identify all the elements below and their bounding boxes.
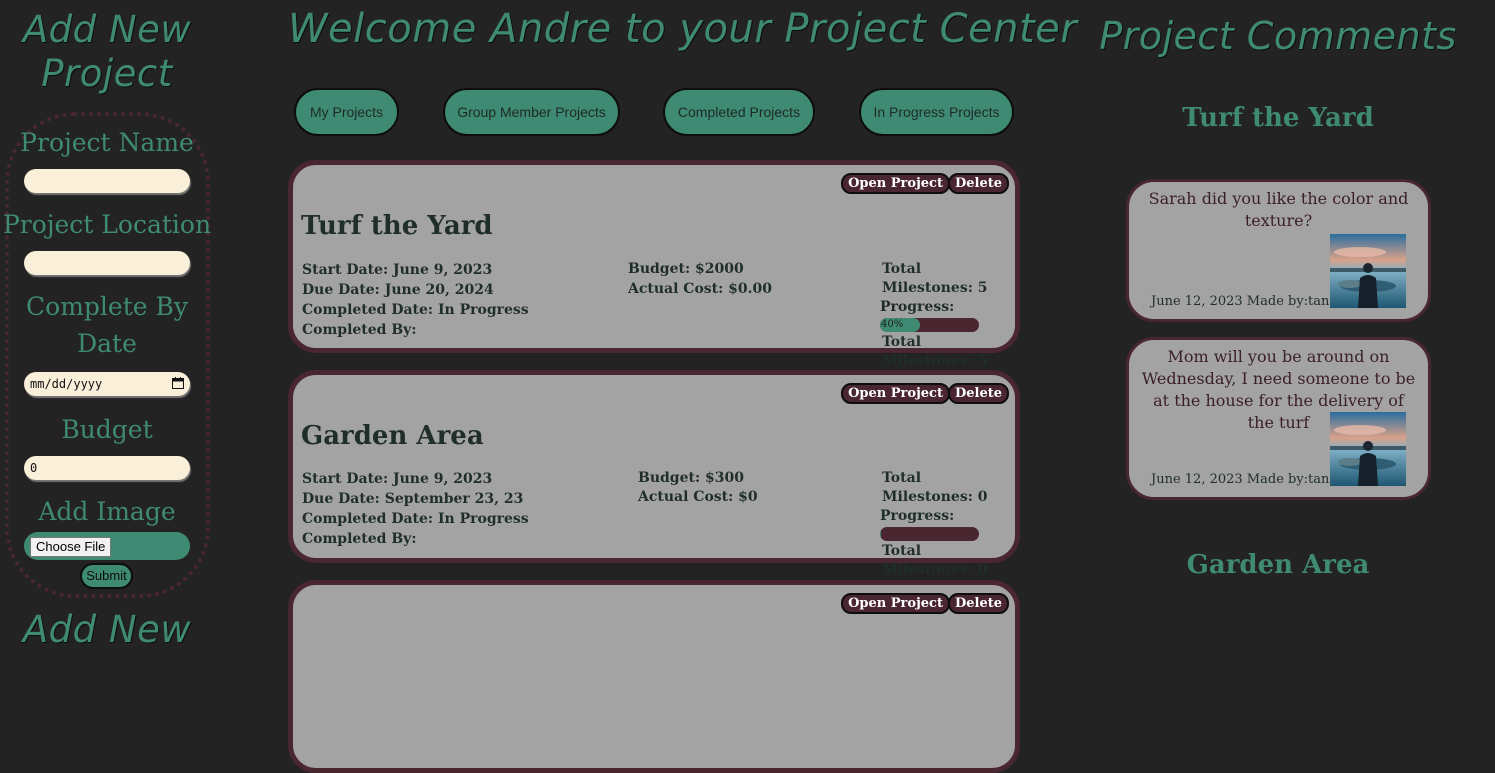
date-placeholder: mm/dd/yyyy bbox=[30, 377, 103, 391]
project-dates: Start Date: June 9, 2023 Due Date: Septe… bbox=[302, 469, 529, 549]
project-dates: Start Date: June 9, 2023 Due Date: June … bbox=[302, 260, 529, 340]
project-card: Open Project Delete Turf the Yard Start D… bbox=[288, 160, 1020, 369]
total-milestones-bottom: Total Milestones: 5 bbox=[882, 334, 988, 369]
add-image-label: Add Image bbox=[38, 497, 176, 526]
nav-my-projects[interactable]: My Projects bbox=[294, 88, 399, 136]
start-date: Start Date: June 9, 2023 bbox=[302, 262, 493, 278]
card-actions: Open Project Delete bbox=[841, 592, 1009, 614]
open-project-button[interactable]: Open Project bbox=[841, 383, 950, 404]
project-location-input[interactable] bbox=[24, 251, 190, 275]
add-project-panel: Add New Project Project Name Project Loc… bbox=[0, 0, 214, 651]
delete-button[interactable]: Delete bbox=[947, 383, 1009, 404]
progress-fill: 40% bbox=[880, 318, 920, 332]
actual-cost: Actual Cost: $0.00 bbox=[628, 281, 773, 297]
total-milestones-bottom: Total Milestones: 0 bbox=[882, 543, 988, 578]
budget: Budget: $2000 bbox=[628, 261, 744, 277]
comment-meta: June 12, 2023 Made by:tanman bbox=[1151, 294, 1358, 309]
total-milestones: Total Milestones: 5 bbox=[882, 261, 988, 296]
open-project-button[interactable]: Open Project bbox=[841, 173, 950, 194]
comment-image bbox=[1330, 234, 1406, 308]
progress-bar: 40% bbox=[880, 318, 979, 332]
submit-button[interactable]: Submit bbox=[80, 563, 133, 589]
comment-card: Mom will you be around on Wednesday, I n… bbox=[1126, 337, 1431, 500]
project-card: Open Project Delete bbox=[288, 580, 1020, 773]
budget: Budget: $300 bbox=[638, 470, 744, 486]
project-costs: Budget: $300 Actual Cost: $0 bbox=[638, 469, 758, 507]
actual-cost: Actual Cost: $0 bbox=[638, 489, 758, 505]
nav-completed-projects[interactable]: Completed Projects bbox=[663, 88, 815, 136]
calendar-icon[interactable] bbox=[172, 377, 184, 389]
nav-group-member-projects[interactable]: Group Member Projects bbox=[443, 88, 620, 136]
comment-project-heading: Garden Area bbox=[1186, 550, 1370, 580]
budget-input[interactable]: 0 bbox=[24, 456, 190, 480]
progress-label: Progress: bbox=[880, 299, 955, 315]
project-name-input[interactable] bbox=[24, 169, 190, 193]
card-actions: Open Project Delete bbox=[841, 172, 1009, 194]
comment-meta: June 12, 2023 Made by:tanman bbox=[1151, 472, 1358, 487]
nav-in-progress-projects[interactable]: In Progress Projects bbox=[859, 88, 1014, 136]
comment-card: Sarah did you like the color and texture… bbox=[1126, 179, 1431, 322]
project-milestones: Total Milestones: 0 Progress: Total Mile… bbox=[880, 469, 1015, 580]
completed-date: Completed Date: In Progress bbox=[302, 511, 529, 527]
due-date: Due Date: September 23, 23 bbox=[302, 491, 524, 507]
project-costs: Budget: $2000 Actual Cost: $0.00 bbox=[628, 259, 772, 299]
progress-fill bbox=[880, 527, 881, 541]
project-comments-title: Project Comments bbox=[1099, 14, 1457, 58]
welcome-heading: Welcome Andre to your Project Center bbox=[288, 6, 1078, 52]
add-new-title-2: Add New bbox=[22, 608, 192, 651]
project-location-label: Project Location bbox=[2, 210, 212, 239]
complete-by-date-input[interactable]: mm/dd/yyyy bbox=[24, 372, 190, 396]
completed-by: Completed By: bbox=[302, 322, 417, 338]
completed-by: Completed By: bbox=[302, 531, 417, 547]
choose-file-button[interactable]: Choose File bbox=[30, 537, 112, 557]
due-date: Due Date: June 20, 2024 bbox=[302, 282, 494, 298]
delete-button[interactable]: Delete bbox=[947, 173, 1009, 194]
delete-button[interactable]: Delete bbox=[947, 593, 1009, 614]
progress-bar bbox=[880, 527, 979, 541]
project-title: Turf the Yard bbox=[301, 211, 493, 241]
comment-text: Sarah did you like the color and texture… bbox=[1148, 189, 1409, 230]
open-project-button[interactable]: Open Project bbox=[841, 593, 950, 614]
budget-label: Budget bbox=[61, 415, 153, 444]
start-date: Start Date: June 9, 2023 bbox=[302, 471, 493, 487]
project-title: Garden Area bbox=[301, 421, 484, 451]
progress-label: Progress: bbox=[880, 508, 955, 524]
project-card: Open Project Delete Garden Area Start Dat… bbox=[288, 370, 1020, 578]
complete-by-date-label: Complete By Date bbox=[26, 292, 188, 358]
comment-project-heading: Turf the Yard bbox=[1182, 103, 1374, 133]
total-milestones: Total Milestones: 0 bbox=[882, 470, 988, 505]
add-project-title: Add New Project bbox=[22, 8, 192, 95]
image-file-input[interactable]: Choose File bbox=[24, 532, 190, 560]
project-name-label: Project Name bbox=[20, 128, 194, 157]
project-milestones: Total Milestones: 5 Progress: 40% Total … bbox=[880, 260, 1015, 371]
card-actions: Open Project Delete bbox=[841, 382, 1009, 404]
completed-date: Completed Date: In Progress bbox=[302, 302, 529, 318]
comment-image bbox=[1330, 412, 1406, 486]
